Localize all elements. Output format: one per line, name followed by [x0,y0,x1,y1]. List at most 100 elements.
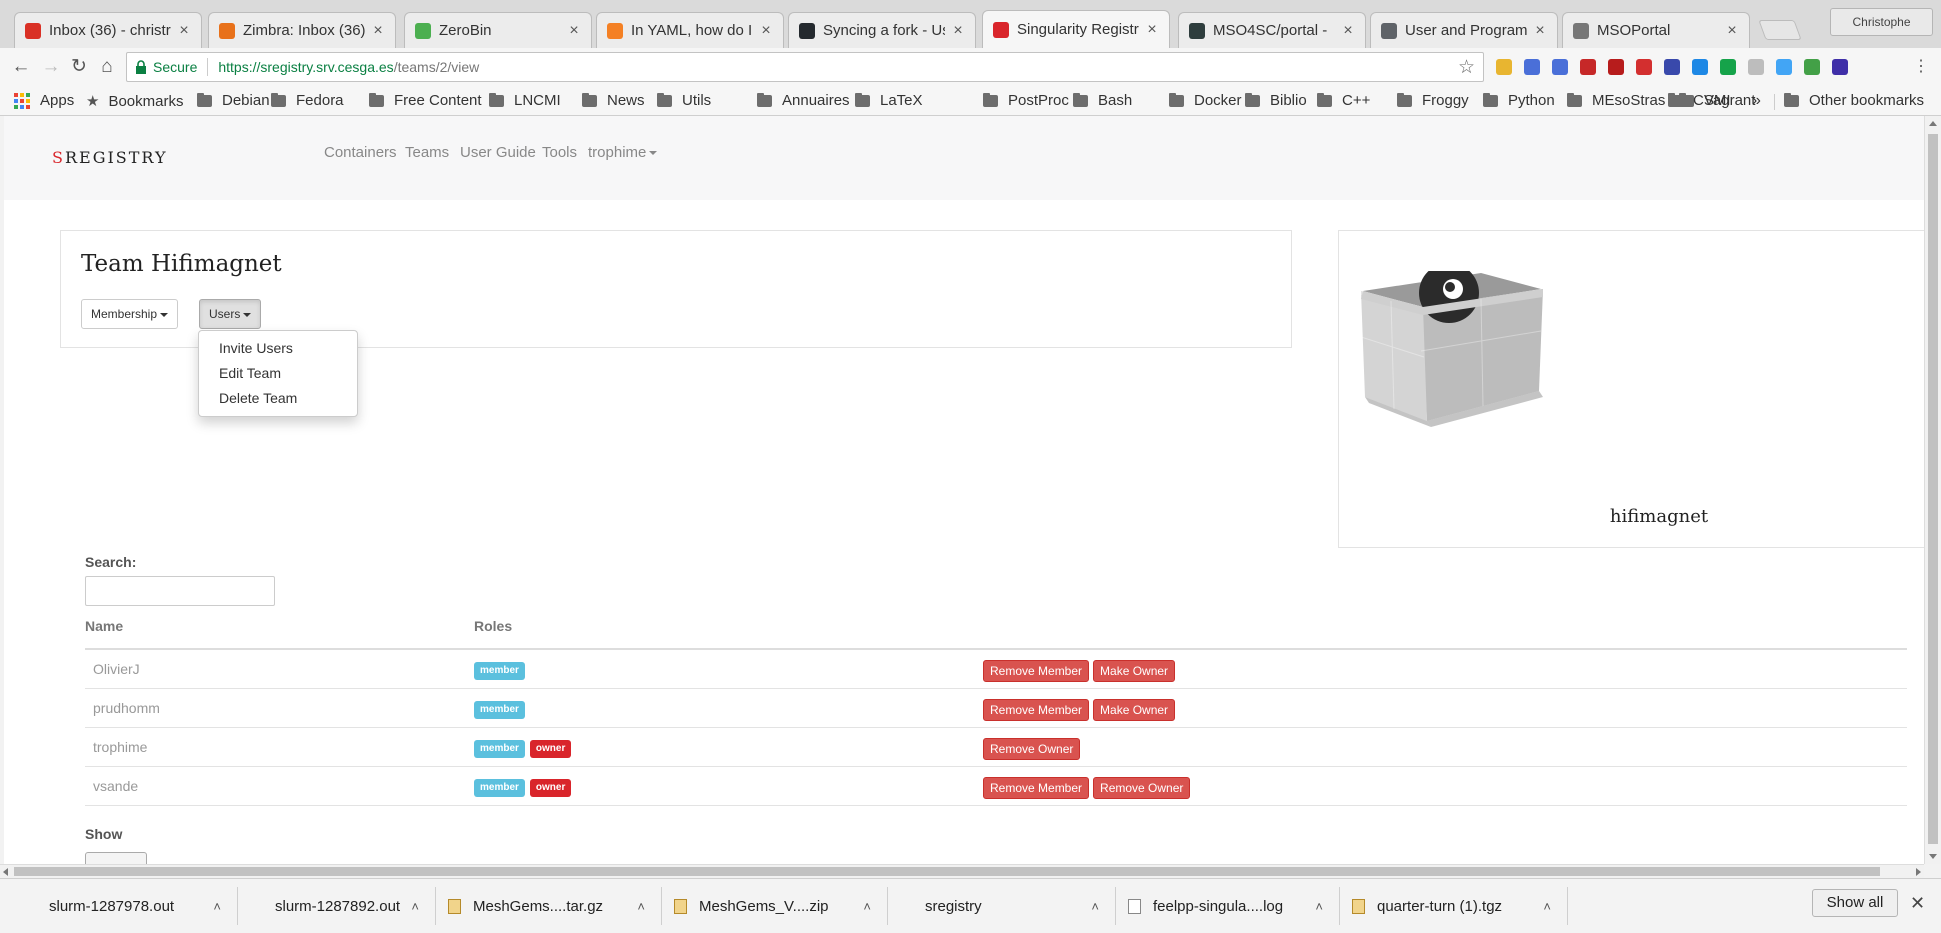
close-tab-icon[interactable]: × [1725,22,1739,40]
bookmark-folder-annuaires[interactable]: Annuaires [757,92,850,109]
close-tab-icon[interactable]: × [1145,21,1159,39]
download-item[interactable]: MeshGems_V....zip ˄ [662,887,888,925]
extension-icon[interactable] [1580,59,1596,75]
tab-zerobin[interactable]: ZeroBin × [404,12,592,48]
tab-inbox-36-christro[interactable]: Inbox (36) - christro × [14,12,202,48]
scrollbar-thumb[interactable] [14,867,1880,876]
bookmark-folder-free-content[interactable]: Free Content [369,92,482,109]
bookmarks-overflow-icon[interactable]: » [1752,92,1761,110]
bookmark-folder-debian[interactable]: Debian [197,92,270,109]
bookmark-folder-fedora[interactable]: Fedora [271,92,344,109]
tab-zimbra-inbox-36[interactable]: Zimbra: Inbox (36) × [208,12,396,48]
menu-item-delete-team[interactable]: Delete Team [199,386,357,411]
close-tab-icon[interactable]: × [567,22,581,40]
nav-containers[interactable]: Containers [324,144,397,161]
make-owner-button[interactable]: Make Owner [1093,699,1176,721]
extension-icon[interactable] [1720,59,1736,75]
extension-icon[interactable] [1748,59,1764,75]
chevron-up-icon[interactable]: ˄ [863,899,871,914]
extension-icon[interactable] [1552,59,1568,75]
scrollbar-thumb[interactable] [1928,134,1938,844]
bookmark-folder-news[interactable]: News [582,92,645,109]
download-item[interactable]: quarter-turn (1).tgz ˄ [1340,887,1568,925]
tab-user-and-programme[interactable]: User and Programme × [1370,12,1558,48]
show-all-downloads-button[interactable]: Show all [1812,889,1898,917]
scroll-left-arrow-icon[interactable] [3,868,8,876]
close-tab-icon[interactable]: × [951,22,965,40]
show-entries-select[interactable] [85,852,147,864]
other-bookmarks[interactable]: Other bookmarks [1784,92,1924,109]
horizontal-scrollbar[interactable] [0,864,1924,878]
remove-owner-button[interactable]: Remove Owner [1093,777,1191,799]
bookmark-folder-biblio[interactable]: Biblio [1245,92,1307,109]
nav-teams[interactable]: Teams [405,144,449,161]
chevron-up-icon[interactable]: ˄ [1091,899,1099,914]
extension-icon[interactable] [1524,59,1540,75]
download-item[interactable]: sregistry ˄ [888,887,1116,925]
forward-arrow-icon[interactable]: → [40,56,62,78]
tab-singularity-registry[interactable]: Singularity Registry × [982,10,1170,48]
address-bar[interactable]: Secure https://sregistry.srv.cesga.es/te… [126,52,1484,82]
bookmark-folder-python[interactable]: Python [1483,92,1555,109]
nav-tools[interactable]: Tools [542,144,577,161]
remove-member-button[interactable]: Remove Member [983,699,1090,721]
extension-icon[interactable] [1692,59,1708,75]
tab-syncing-a-fork-use[interactable]: Syncing a fork - Use × [788,12,976,48]
chevron-up-icon[interactable]: ˄ [411,899,419,914]
download-item[interactable]: slurm-1287892.out ˄ [238,887,436,925]
extension-icon[interactable] [1636,59,1652,75]
back-arrow-icon[interactable]: ← [10,56,32,78]
bookmark-folder-utils[interactable]: Utils [657,92,711,109]
download-item[interactable]: slurm-1287978.out ˄ [12,887,238,925]
browser-menu-icon[interactable]: ⋮ [1910,56,1932,78]
tab-in-yaml-how-do-i-b[interactable]: In YAML, how do I b × [596,12,784,48]
column-header-name[interactable]: Name [85,618,123,634]
vertical-scrollbar[interactable] [1924,116,1941,864]
bookmarks-shortcut[interactable]: ★ Bookmarks [86,92,183,111]
profile-button[interactable]: Christophe [1830,8,1933,36]
chevron-up-icon[interactable]: ˄ [1543,899,1551,914]
close-tab-icon[interactable]: × [177,22,191,40]
users-dropdown-button[interactable]: Users [199,299,262,329]
home-icon[interactable]: ⌂ [96,56,118,78]
menu-item-invite-users[interactable]: Invite Users [199,336,357,361]
extension-icon[interactable] [1804,59,1820,75]
nav-user-dropdown[interactable]: trophime [588,144,658,161]
apps-shortcut[interactable]: Apps [14,92,74,109]
menu-item-edit-team[interactable]: Edit Team [199,361,357,386]
bookmark-folder-latex[interactable]: LaTeX [855,92,923,109]
nav-user-guide[interactable]: User Guide [460,144,536,161]
close-tab-icon[interactable]: × [1533,22,1547,40]
scroll-up-arrow-icon[interactable] [1929,121,1937,126]
chevron-up-icon[interactable]: ˄ [213,899,221,914]
membership-dropdown-button[interactable]: Membership [81,299,179,329]
extension-icon[interactable] [1832,59,1848,75]
bookmark-folder-postproc[interactable]: PostProc [983,92,1069,109]
make-owner-button[interactable]: Make Owner [1093,660,1176,682]
bookmark-folder-lncmi[interactable]: LNCMI [489,92,561,109]
scroll-down-arrow-icon[interactable] [1929,854,1937,859]
extension-icon[interactable] [1608,59,1624,75]
close-tab-icon[interactable]: × [1341,22,1355,40]
chevron-up-icon[interactable]: ˄ [637,899,645,914]
bookmark-folder-docker[interactable]: Docker [1169,92,1242,109]
close-tab-icon[interactable]: × [759,22,773,40]
chevron-up-icon[interactable]: ˄ [1315,899,1323,914]
bookmark-star-icon[interactable]: ☆ [1458,56,1475,79]
search-input[interactable] [85,576,275,606]
tab-mso4sc-portal[interactable]: MSO4SC/portal - × [1178,12,1366,48]
download-item[interactable]: feelpp-singula....log ˄ [1116,887,1340,925]
bookmark-folder-mesostras[interactable]: MEsoStras [1567,92,1665,109]
close-tab-icon[interactable]: × [371,22,385,40]
remove-member-button[interactable]: Remove Member [983,660,1090,682]
download-item[interactable]: MeshGems....tar.gz ˄ [436,887,662,925]
column-header-roles[interactable]: Roles [474,618,512,634]
remove-owner-button[interactable]: Remove Owner [983,738,1081,760]
bookmark-folder-froggy[interactable]: Froggy [1397,92,1469,109]
extension-icon[interactable] [1776,59,1792,75]
reload-icon[interactable]: ↻ [68,56,90,78]
bookmark-folder-bash[interactable]: Bash [1073,92,1132,109]
scroll-right-arrow-icon[interactable] [1916,868,1921,876]
bookmark-folder-c[interactable]: C++ [1317,92,1370,109]
close-icon[interactable]: ✕ [1910,893,1925,914]
